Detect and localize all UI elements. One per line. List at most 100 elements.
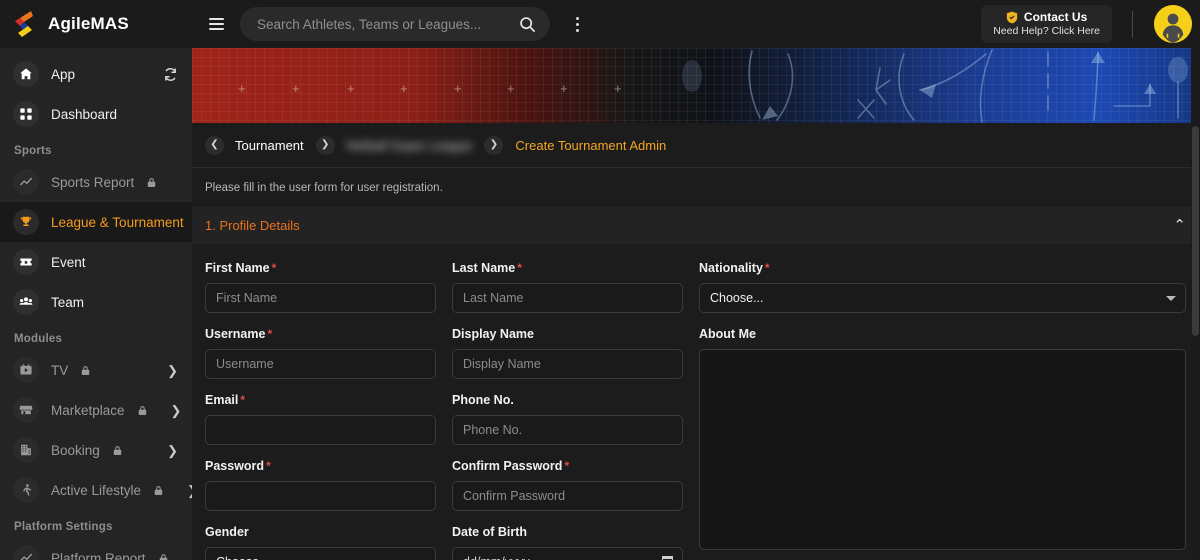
field-date-of-birth: Date of Birth dd/mm/yyyy: [452, 525, 683, 560]
sidebar-item-active-lifestyle[interactable]: Active Lifestyle ❯: [0, 470, 192, 510]
lock-icon: [113, 445, 122, 456]
banner-tactics-graphic: [192, 48, 1200, 123]
required-asterisk: *: [564, 459, 570, 473]
sidebar-item-label: Team: [51, 294, 85, 310]
required-asterisk: *: [271, 261, 277, 275]
confirm-password-input[interactable]: [452, 481, 683, 511]
sidebar-item-label: Dashboard: [51, 106, 118, 122]
page-scrollbar[interactable]: [1191, 48, 1200, 560]
field-label-text: Gender: [205, 525, 249, 539]
breadcrumb-item-current[interactable]: Create Tournament Admin: [515, 138, 666, 153]
sidebar-item-tv[interactable]: TV ❯: [0, 350, 192, 390]
contact-us-subtitle: Need Help? Click Here: [993, 25, 1100, 37]
search-box[interactable]: [240, 7, 550, 41]
field-gender: Gender Choose...: [205, 525, 436, 560]
field-label-text: Password: [205, 459, 265, 473]
chevron-right-icon[interactable]: ❯: [167, 444, 178, 457]
breadcrumb-item-tournament[interactable]: Tournament: [235, 138, 304, 153]
home-icon: [13, 61, 39, 87]
field-label: Date of Birth: [452, 525, 683, 539]
phone-no-input[interactable]: [452, 415, 683, 445]
field-phone-no: Phone No.: [452, 393, 683, 445]
sidebar-nav: App Dashboard Sports Sports Report Leagu…: [0, 48, 192, 560]
field-label-text: Phone No.: [452, 393, 514, 407]
sidebar-item-booking[interactable]: Booking ❯: [0, 430, 192, 470]
required-asterisk: *: [517, 261, 522, 275]
more-vertical-icon[interactable]: [566, 9, 588, 39]
field-label: First Name *: [205, 261, 436, 275]
field-email: Email *: [205, 393, 436, 445]
sidebar-item-event[interactable]: Event: [0, 242, 192, 282]
chevron-down-icon: [1166, 296, 1176, 301]
sidebar-item-label: App: [51, 66, 76, 82]
field-label: Nationality *: [699, 261, 1186, 275]
field-display-name: Display Name: [452, 327, 683, 379]
sidebar-item-dashboard[interactable]: Dashboard: [0, 94, 192, 134]
sidebar-item-label: TV: [51, 362, 69, 378]
field-label: Display Name: [452, 327, 683, 341]
trophy-icon: [13, 209, 39, 235]
search-input[interactable]: [257, 16, 519, 32]
chevron-right-icon[interactable]: ❯: [171, 404, 182, 417]
calendar-icon[interactable]: [661, 555, 674, 560]
sidebar-item-label: Marketplace: [51, 402, 125, 418]
avatar[interactable]: [1154, 5, 1192, 43]
hero-banner: + + + + + + + +: [192, 48, 1200, 123]
sidebar-section-modules: Modules: [14, 333, 63, 345]
dashboard-grid-icon: [13, 101, 39, 127]
chevron-right-icon[interactable]: ❯: [167, 364, 178, 377]
password-input[interactable]: [205, 481, 436, 511]
sidebar-item-marketplace[interactable]: Marketplace ❯: [0, 390, 192, 430]
gender-select[interactable]: Choose...: [205, 547, 436, 560]
field-password: Password *: [205, 459, 436, 511]
field-label-text: Nationality: [699, 261, 763, 275]
sidebar-item-label: Platform Report: [51, 550, 146, 560]
contact-us-row: Contact Us: [993, 10, 1100, 24]
lock-icon: [154, 485, 163, 496]
sidebar-item-team[interactable]: Team: [0, 282, 192, 322]
search-icon[interactable]: [519, 16, 536, 33]
contact-us-button[interactable]: Contact Us Need Help? Click Here: [981, 5, 1112, 43]
lock-icon: [159, 553, 168, 560]
last-name-input[interactable]: [452, 283, 683, 313]
section-title: 1. Profile Details: [205, 218, 300, 233]
field-label-text: Display Name: [452, 327, 534, 341]
sidebar-item-platform-report[interactable]: Platform Report: [0, 538, 192, 560]
hamburger-icon[interactable]: [202, 10, 230, 38]
top-bar: Contact Us Need Help? Click Here: [192, 0, 1200, 48]
field-label: Gender: [205, 525, 436, 539]
email-input[interactable]: [205, 415, 436, 445]
field-label: About Me: [699, 327, 1186, 341]
breadcrumb-back-button[interactable]: ❮: [205, 135, 224, 155]
field-label: Password *: [205, 459, 436, 473]
breadcrumb-item-redacted[interactable]: Netball Super League: [347, 138, 473, 153]
date-of-birth-input[interactable]: dd/mm/yyyy: [452, 547, 683, 560]
field-label-text: Confirm Password: [452, 459, 563, 473]
field-label-text: Username: [205, 327, 266, 341]
sidebar-item-sports-report[interactable]: Sports Report: [0, 162, 192, 202]
sync-icon[interactable]: [163, 67, 178, 82]
sidebar-item-league-tournament[interactable]: League & Tournament: [0, 202, 192, 242]
sidebar: AgileMAS App Dashboard Sports Sports Rep…: [0, 0, 192, 560]
field-label-text: About Me: [699, 327, 756, 341]
section-header-profile-details[interactable]: 1. Profile Details ⌃: [192, 207, 1200, 244]
trend-line-icon: [13, 545, 39, 560]
display-name-input[interactable]: [452, 349, 683, 379]
store-icon: [13, 397, 39, 423]
chevron-up-icon[interactable]: ⌃: [1173, 218, 1186, 233]
field-label-text: Date of Birth: [452, 525, 527, 539]
page-scrollbar-thumb[interactable]: [1192, 126, 1199, 336]
sidebar-item-label: Booking: [51, 442, 100, 458]
username-input[interactable]: [205, 349, 436, 379]
sidebar-item-app[interactable]: App: [0, 54, 192, 94]
agilemas-logo-icon: [11, 9, 37, 39]
field-label: Phone No.: [452, 393, 683, 407]
first-name-input[interactable]: [205, 283, 436, 313]
nationality-select[interactable]: Choose...: [699, 283, 1186, 313]
gender-select-value: Choose...: [216, 555, 270, 560]
field-about-me: About Me: [699, 327, 1186, 555]
brand-header[interactable]: AgileMAS: [0, 0, 192, 48]
main-area: Contact Us Need Help? Click Here + + + +: [192, 0, 1200, 560]
about-me-textarea[interactable]: [699, 349, 1186, 550]
field-label-text: Last Name: [452, 261, 516, 275]
